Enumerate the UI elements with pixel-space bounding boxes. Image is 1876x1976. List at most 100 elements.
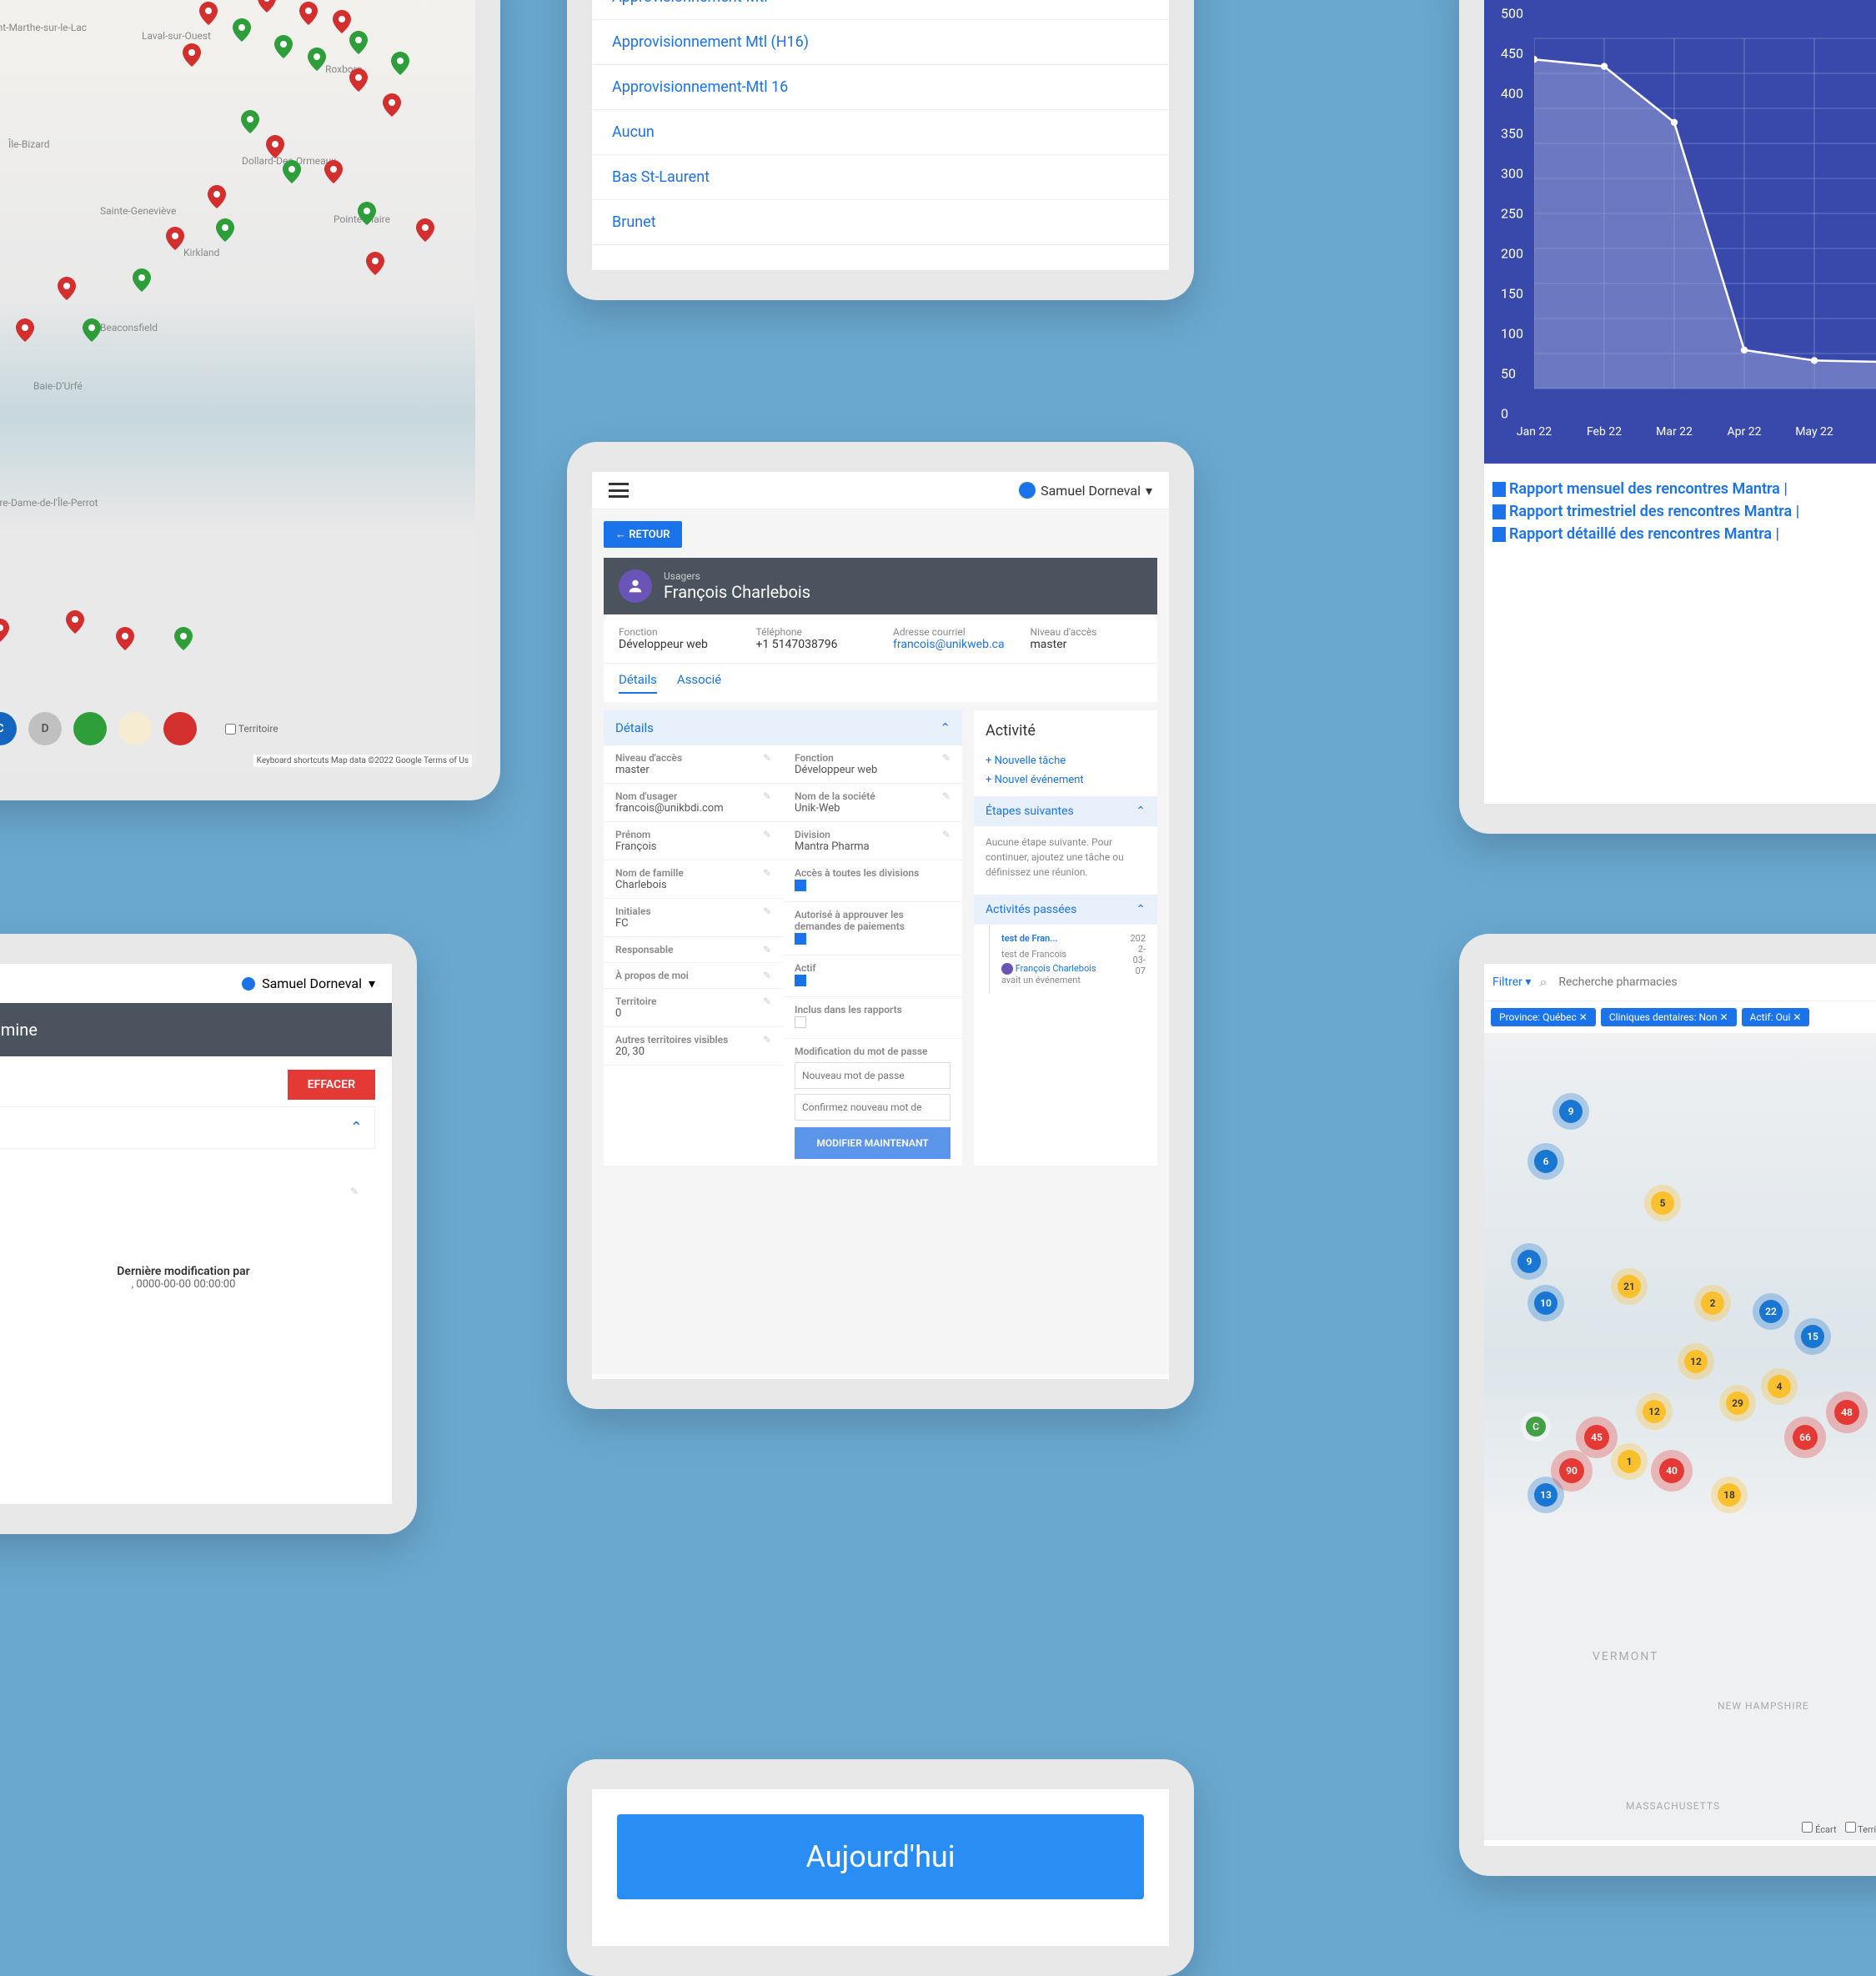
new-task-link[interactable]: + Nouvelle tâche	[974, 751, 1157, 770]
legend-beige[interactable]	[118, 712, 152, 745]
avatar	[1019, 482, 1036, 499]
today-button[interactable]: Aujourd'hui	[617, 1814, 1144, 1899]
details-panel: Détails⌃ Niveau d'accèsmaster✎Nom d'usag…	[604, 710, 962, 1166]
email-link[interactable]: francois@unikweb.ca	[893, 638, 1006, 651]
filter-chip[interactable]: Province: Québec ✕	[1491, 1008, 1596, 1026]
avatar	[242, 977, 255, 991]
checkbox[interactable]	[795, 1016, 806, 1028]
field-row: Niveau d'accèsmaster✎	[604, 745, 783, 784]
field-row: Autres territoires visibles20, 30✎	[604, 1027, 783, 1066]
modify-now-button[interactable]: MODIFIER MAINTENANT	[795, 1127, 951, 1159]
field-row: Autorisé à approuver les demandes de pai…	[783, 902, 962, 955]
last-modified-value: , 0000-00-00 00:00:00	[0, 1278, 392, 1291]
ecart-checkbox[interactable]	[1802, 1822, 1813, 1833]
legend-green[interactable]	[73, 712, 107, 745]
tablet-effacer: Samuel Dorneval ▾ amine EFFACER ⌃ ✎ Dern…	[0, 934, 417, 1534]
field-row: InitialesFC✎	[604, 899, 783, 937]
pencil-icon[interactable]: ✎	[942, 790, 951, 802]
checkbox[interactable]	[795, 933, 806, 945]
field-row: À propos de moi✎	[604, 963, 783, 989]
menu-icon[interactable]	[609, 483, 629, 498]
new-event-link[interactable]: + Nouvel événement	[974, 770, 1157, 790]
report-link[interactable]: Rapport détaillé des rencontres Mantra |	[1492, 525, 1876, 543]
report-link[interactable]: Rapport trimestriel des rencontres Mantr…	[1492, 503, 1876, 520]
info-row: FonctionDéveloppeur web Téléphone+1 5147…	[604, 614, 1157, 664]
checkbox[interactable]	[795, 975, 806, 986]
new-password-input[interactable]	[795, 1062, 951, 1089]
pencil-icon[interactable]: ✎	[763, 970, 771, 981]
map-screen[interactable]: Deux-Montagnes Saint-Marthe-sur-le-Lac L…	[0, 0, 475, 770]
reports-list: Rapport mensuel des rencontres Mantra | …	[1484, 464, 1876, 564]
details-section-header[interactable]: Détails⌃	[604, 710, 962, 745]
map-legend: C D Territoire	[0, 712, 278, 745]
next-steps-empty: Aucune étape suivante. Pour continuer, a…	[974, 826, 1157, 888]
list-item[interactable]: Approvisionnement-Mtl	[592, 0, 1169, 20]
field-row: Nom de la sociétéUnik-Web✎	[783, 784, 962, 822]
file-icon	[1492, 527, 1506, 542]
filter-chip[interactable]: Actif: Oui ✕	[1742, 1008, 1810, 1026]
list-item[interactable]: Brunet	[592, 200, 1169, 245]
activity-panel: Activité + Nouvelle tâche + Nouvel événe…	[974, 710, 1157, 1166]
confirm-password-input[interactable]	[795, 1094, 951, 1121]
checkbox[interactable]	[795, 880, 806, 891]
tab-details[interactable]: Détails	[619, 672, 657, 694]
field-row: PrénomFrançois✎	[604, 822, 783, 860]
legend-d[interactable]: D	[28, 712, 62, 745]
tablet-map-pharmacies: Filtrer ▾ ⌕ Province: Québec ✕ Cliniques…	[1459, 934, 1876, 1876]
pencil-icon[interactable]: ✎	[942, 829, 951, 840]
search-input[interactable]	[1555, 972, 1876, 992]
chevron-down-icon: ▾	[369, 975, 375, 991]
field-row: Territoire0✎	[604, 989, 783, 1027]
list-item[interactable]: Aucun	[592, 110, 1169, 155]
territoire-checkbox[interactable]	[1845, 1822, 1856, 1833]
filter-button[interactable]: Filtrer ▾	[1492, 975, 1531, 989]
pencil-icon[interactable]: ✎	[763, 829, 771, 840]
header-name: François Charlebois	[664, 582, 810, 602]
tablet-chart: 050100150200250300350400450500 Jan 22Feb…	[1459, 0, 1876, 834]
pharmacy-map[interactable]: 9 6 9 10 22 15 13 5 21 2 12 4 29 12 1 18…	[1484, 1033, 1876, 1840]
collapse-row[interactable]: ⌃	[0, 1106, 375, 1149]
pencil-icon[interactable]: ✎	[763, 790, 771, 802]
territoire-checkbox[interactable]	[225, 724, 236, 735]
report-link[interactable]: Rapport mensuel des rencontres Mantra |	[1492, 480, 1876, 498]
pencil-icon[interactable]: ✎	[763, 996, 771, 1007]
list-item[interactable]: Approvisionnement-Mtl 16	[592, 65, 1169, 110]
list-item[interactable]: Bas St-Laurent	[592, 155, 1169, 200]
file-icon	[1492, 504, 1506, 519]
activity-item[interactable]: test de Fran... test de Francois Françoi…	[989, 925, 1157, 994]
list-item[interactable]: Approvisionnement Mtl (H16)	[592, 20, 1169, 65]
next-steps-header[interactable]: Étapes suivantes⌃	[974, 796, 1157, 826]
pencil-icon[interactable]: ✎	[763, 905, 771, 917]
pencil-icon[interactable]: ✎	[763, 752, 771, 764]
field-row: FonctionDéveloppeur web✎	[783, 745, 962, 784]
tab-associe[interactable]: Associé	[677, 672, 721, 694]
back-button[interactable]: ← RETOUR	[604, 521, 682, 548]
current-user[interactable]: Samuel Dorneval	[262, 975, 362, 991]
legend-red[interactable]	[163, 712, 197, 745]
chevron-up-icon: ⌃	[940, 720, 951, 735]
field-row: Nom de familleCharlebois✎	[604, 860, 783, 899]
file-icon	[1492, 482, 1506, 497]
legend-c[interactable]: C	[0, 712, 17, 745]
tablet-list: Approvisionnement Approvisionnement-Mtl …	[567, 0, 1194, 300]
current-user[interactable]: Samuel Dorneval ▾	[1019, 482, 1152, 499]
activity-title: Activité	[974, 710, 1157, 751]
pencil-icon[interactable]: ✎	[763, 1034, 771, 1046]
pencil-icon[interactable]: ✎	[942, 752, 951, 764]
map-footer: Écart Territoire	[1802, 1822, 1876, 1835]
field-row: Inclus dans les rapports	[783, 997, 962, 1039]
chevron-up-icon: ⌃	[350, 1119, 363, 1136]
avatar	[619, 569, 652, 603]
user-header: UsagersFrançois Charlebois	[604, 558, 1157, 614]
filter-chip[interactable]: Cliniques dentaires: Non ✕	[1601, 1008, 1737, 1026]
pencil-icon[interactable]: ✎	[763, 944, 771, 955]
clear-button[interactable]: EFFACER	[288, 1070, 375, 1100]
map-credits: Keyboard shortcuts Map data ©2022 Google…	[253, 755, 472, 767]
tablet-today: Aujourd'hui	[567, 1759, 1194, 1976]
chart-area: 050100150200250300350400450500 Jan 22Feb…	[1484, 0, 1876, 464]
pencil-icon[interactable]: ✎	[763, 867, 771, 879]
pencil-icon[interactable]: ✎	[350, 1186, 359, 1197]
tablet-user-detail: Samuel Dorneval ▾ ← RETOUR UsagersFranço…	[567, 442, 1194, 1409]
past-activities-header[interactable]: Activités passées⌃	[974, 895, 1157, 925]
chevron-down-icon: ▾	[1146, 483, 1152, 499]
